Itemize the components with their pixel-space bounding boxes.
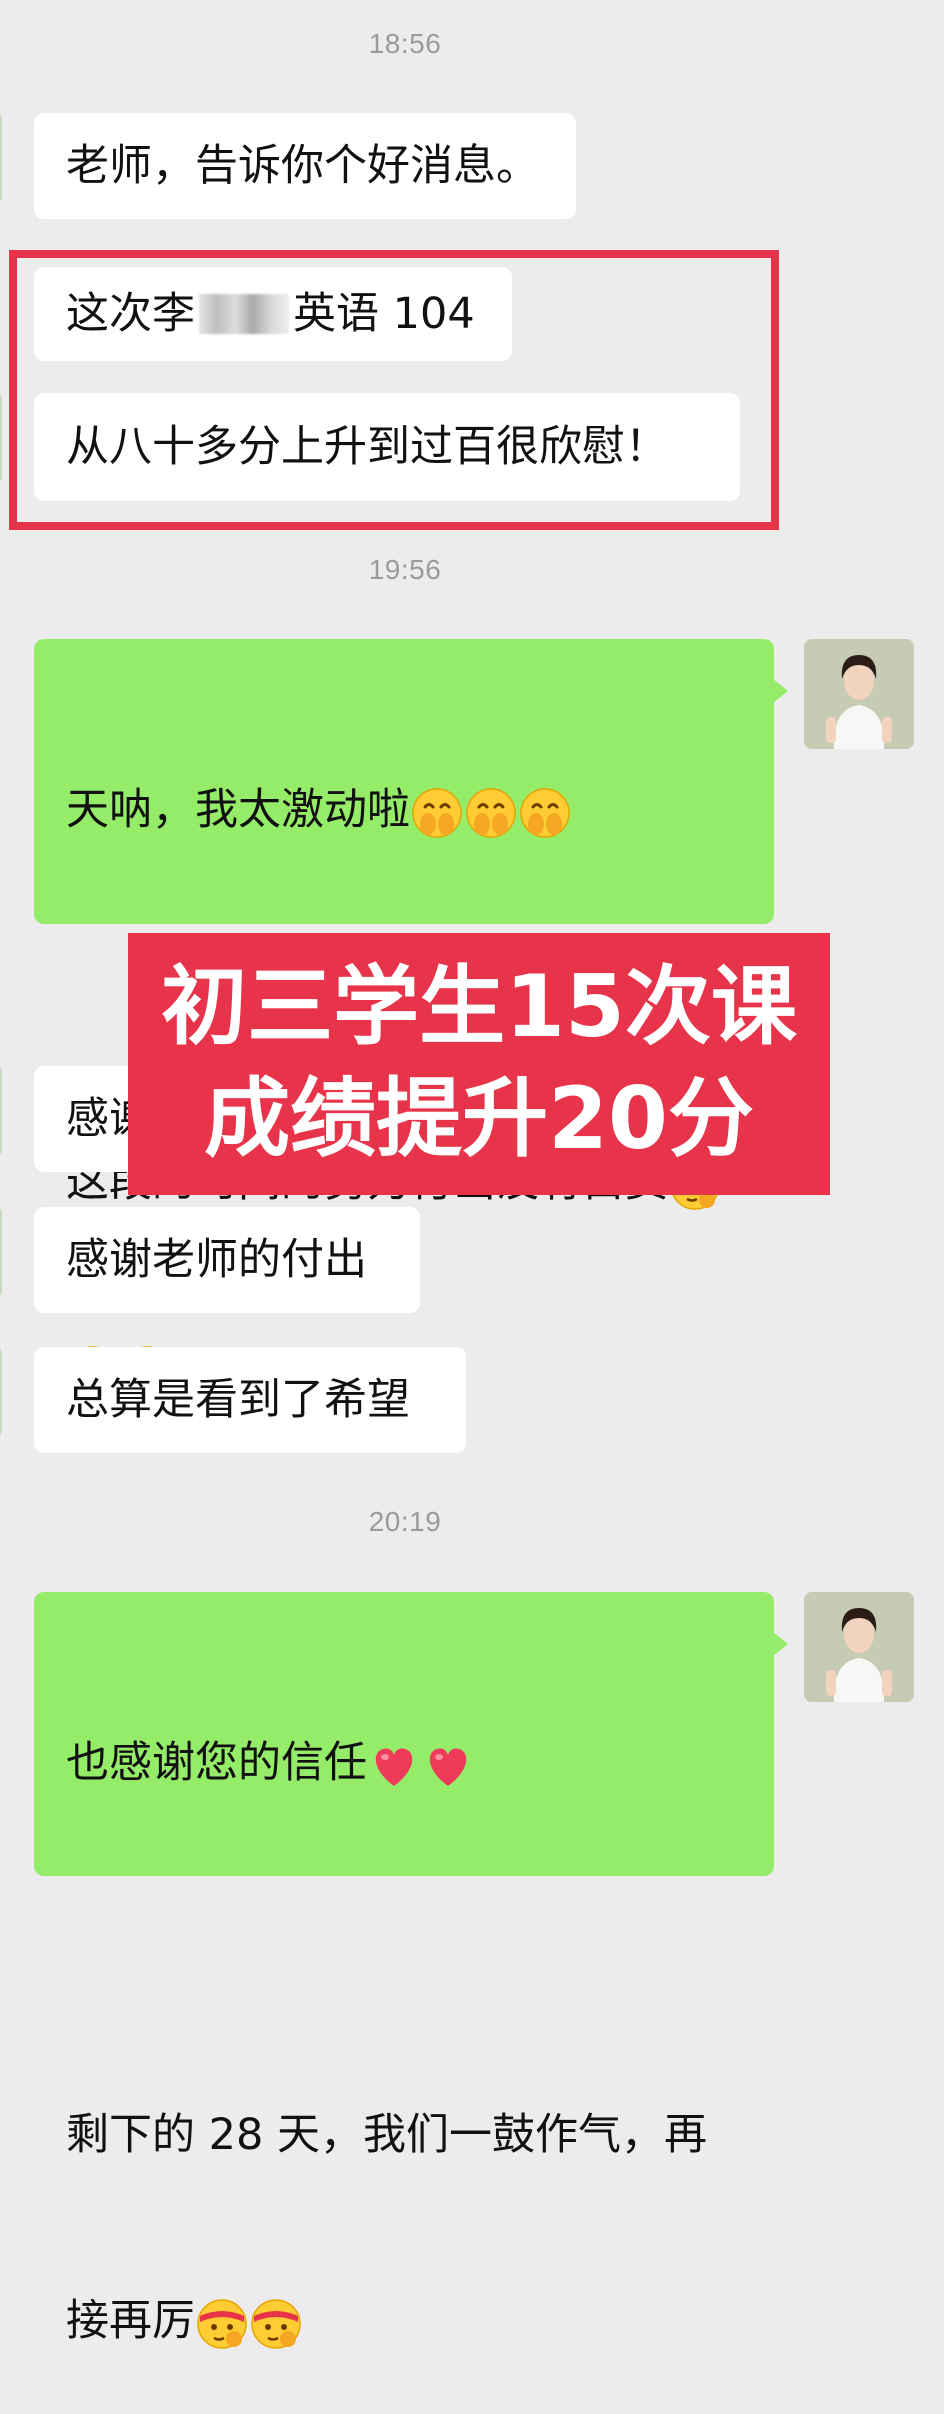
timestamp: 19:56 xyxy=(368,554,442,585)
avatar[interactable] xyxy=(0,1066,2,1156)
hands-over-mouth-emoji-icon xyxy=(519,787,571,839)
message-line: 也感谢您的信任 xyxy=(66,1732,742,1794)
avatar[interactable] xyxy=(0,1347,2,1437)
red-heart-emoji-icon xyxy=(422,1740,474,1792)
message-text: 老师，告诉你个好消息。 xyxy=(66,141,539,191)
avatar[interactable] xyxy=(0,113,2,203)
promo-banner: 初三学生15次课 成绩提升20分 xyxy=(128,933,830,1195)
message-line: 天呐，我太激动啦 xyxy=(66,779,742,841)
message-text: 总算是看到了希望 xyxy=(66,1375,410,1425)
teacher-avatar[interactable] xyxy=(804,639,914,749)
promo-line: 成绩提升20分 xyxy=(204,1069,754,1169)
determined-emoji-icon xyxy=(196,2298,248,2350)
avatar[interactable] xyxy=(0,393,2,483)
teacher-photo-icon xyxy=(804,1592,914,1702)
highlight-frame xyxy=(9,250,779,530)
hands-over-mouth-emoji-icon xyxy=(411,787,463,839)
determined-emoji-icon xyxy=(250,2298,302,2350)
message-line: 剩下的 28 天，我们一鼓作气，再 xyxy=(66,2110,708,2160)
teacher-photo-icon xyxy=(804,639,914,749)
outgoing-message-bubble[interactable]: 也感谢您的信任 剩下的 28 天，我们一鼓作气，再 接再厉 xyxy=(34,1592,788,1876)
timestamp: 20:19 xyxy=(368,1506,442,1537)
message-text: 感谢老师的付出 xyxy=(66,1235,367,1285)
hands-over-mouth-emoji-icon xyxy=(465,787,517,839)
red-heart-emoji-icon xyxy=(368,1740,420,1792)
avatar[interactable] xyxy=(0,1207,2,1297)
outgoing-message-bubble[interactable]: 天呐，我太激动啦 这段的时间的努力付出没有白费 xyxy=(34,639,788,924)
promo-line: 初三学生15次课 xyxy=(161,957,797,1057)
incoming-message-bubble[interactable]: 老师，告诉你个好消息。 xyxy=(34,113,576,219)
message-line: 接再厉 xyxy=(66,2290,742,2352)
teacher-avatar[interactable] xyxy=(804,1592,914,1702)
incoming-message-bubble[interactable]: 总算是看到了希望 xyxy=(34,1347,466,1453)
incoming-message-bubble[interactable]: 感谢老师的付出 xyxy=(34,1207,420,1313)
timestamp: 18:56 xyxy=(368,28,442,59)
